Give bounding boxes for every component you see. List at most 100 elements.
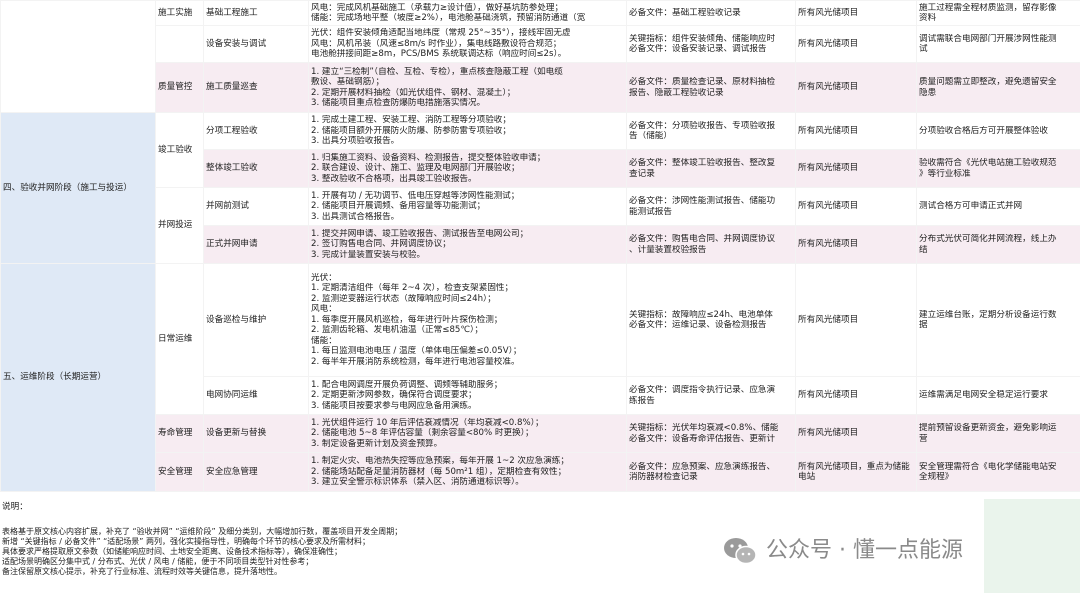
docs-line: 必备文件：运维记录、设备检测报告 (629, 320, 767, 330)
content-cell: 1. 归集施工资料、设备资料、检测报告，提交整体验收申请； 2. 联合建设、设计、… (308, 149, 627, 188)
docs-cell: 必备文件：购售电合同、并网调度协议 、计量装置校验报告 (626, 225, 796, 264)
content-line: 3. 建立安全警示标识体系（禁入区、消防通道标识等）。 (311, 477, 524, 488)
content-line: 1. 建立“三检制”（自检、互检、专检），重点核查隐蔽工程（如电缆 (311, 66, 563, 77)
note-line: 全规程》 (919, 472, 954, 482)
table-row: 五、运维阶段（长期运营） 日常运维 设备巡检与维护 光伏： 1. 定期清洁组件（每年 2… (0, 263, 1080, 492)
item-cell: 设备安装与调试 (203, 25, 309, 63)
content-line: 风电： (311, 304, 337, 315)
docs-line: 报告、隐蔽工程验收记录 (629, 87, 724, 98)
note-cell: 测试合格方可申请正式并网 (916, 187, 1080, 226)
notes-line: 具体要求严格提取原文参数（如储能响应时间、土地安全距离、设备技术指标等），确保准… (2, 547, 342, 556)
content-line: 风电：完成风机基础施工（承载力≥设计值），做好基坑防参处理； (311, 2, 564, 13)
content-line: 1. 每日监测电池电压 / 温度（单体电压偏差≤0.05V）； (311, 346, 522, 357)
content-line: 3. 出具分项验收报告。 (311, 136, 400, 147)
content-line: 2. 储能电池 5~8 年评估容量（剩余容量<80% 时更换）； (311, 428, 534, 439)
docs-line: 必备文件：调度指令执行记录、应急演 (629, 385, 776, 396)
notes-title: 说明： (2, 502, 28, 512)
scope-cell: 所有风光储项目，重点为储能电站 (795, 452, 917, 492)
docs-line: 必备文件：基础工程验收记录 (629, 7, 741, 18)
category-cell: 安全管理 (155, 452, 204, 492)
content-cell: 1. 建立“三检制”（自检、互检、专检），重点核查隐蔽工程（如电缆 敷设、基础钢筋… (308, 62, 627, 113)
notes-line: 适配场景明确区分集中式 / 分布式、光伏 / 风电 / 储能，便于不同项目类型针… (2, 557, 314, 566)
scope-cell: 所有风光储项目 (795, 149, 917, 188)
table-row: 四、验收并网阶段（施工与投运） 竣工验收 分项工程验收 1. 完成土建工程、安装工程、… (0, 112, 1080, 264)
content-cell: 1. 制定火灾、电池热失控等应急预案，每年开展 1~2 次应急演练； 2. 储能场… (308, 452, 627, 492)
note-line: 调试需联合电网部门开展涉网性能测 (919, 33, 1057, 44)
docs-line: 能测试报告 (629, 206, 672, 217)
watermark-text: 公众号 · 懂一点能源 (766, 537, 963, 563)
content-cell: 1. 光伏组件运行 10 年后评估衰减情况（年均衰减<0.8%）； 2. 储能电池… (308, 414, 627, 453)
note-cell: 质量问题需立即整改，避免遗留安全 隐患 (916, 62, 1080, 113)
docs-cell: 必备文件：质量检查记录、原材料抽检 报告、隐蔽工程验收记录 (626, 62, 796, 113)
docs-line: 必备文件：设备寿命评估报告、更新计 (629, 433, 776, 444)
notes-line: 表格基于原文核心内容扩展，补充了 “验收并网” “运维阶段” 及细分类别，大幅增… (2, 527, 403, 536)
note-line: 营 (919, 433, 928, 444)
docs-cell: 必备文件：涉网性能测试报告、储能功 能测试报告 (626, 187, 796, 226)
docs-cell: 必备文件：基础工程验收记录 (626, 0, 796, 26)
content-line: 2. 联合建设、设计、施工、监理及电网部门开展验收； (311, 163, 520, 174)
category-cell: 施工实施 (155, 0, 204, 26)
content-line: 电池舱拼接间距≥8m，PCS/BMS 系统联调达标（响应时间≤2s）。 (311, 49, 567, 60)
content-line: 3. 完成计量装置安装与校验。 (311, 249, 426, 260)
note-cell: 调试需联合电网部门开展涉网性能测试 (916, 25, 1080, 63)
note-line: 隐患 (919, 87, 937, 98)
content-line: 2. 定期开展材料抽检（如光伏组件、钢材、混凝土）； (311, 87, 516, 98)
docs-cell: 必备文件：应急预案、应急演练报告、 消防器材检查记录 (626, 452, 796, 492)
category-cell: 质量管控 (155, 62, 204, 113)
docs-cell: 关键指标：组件安装倾角、储能响应时 必备文件：设备安装记录、调试报告 (626, 25, 796, 63)
content-line: 2. 每半年开展消防系统检测，每年进行电池容量校准。 (311, 356, 520, 367)
content-cell: 光伏：组件安装倾角适配当地纬度（常规 25°~35°），接线牢固无虚 风电：风机吊… (308, 25, 627, 63)
note-line: 运维需满足电网安全稳定运行要求 (919, 390, 1048, 401)
note-cell: 分布式光伏可简化并网流程，线上办结 (916, 225, 1080, 264)
content-line: 1. 完成土建工程、安装工程、消防工程等分项验收； (311, 115, 511, 126)
content-cell: 光伏： 1. 定期清洁组件（每年 2~4 次），检查支架紧固性； 2. 监测逆变器运… (308, 263, 627, 377)
content-line: 2. 监测逆变器运行状态（故障响应时间≤24h）； (311, 293, 496, 304)
note-line: 分项验收合格后方可开展整体验收 (919, 125, 1048, 136)
item-cell: 基础工程施工 (203, 0, 309, 26)
notes-line: 新增 “关键指标 / 必备文件” “适配场景” 两列，强化实操指导性，明确每个环… (2, 537, 370, 546)
scope-cell: 所有风光储项目 (795, 414, 917, 453)
note-cell: 验收需符合《光伏电站施工验收规范 》等行业标准 (916, 149, 1080, 188)
category-cell: 寿命管理 (155, 414, 204, 453)
docs-line: 必备文件：购售电合同、并网调度协议 (629, 234, 776, 245)
docs-line: 必备文件：涉网性能测试报告、储能功 (629, 196, 776, 207)
item-cell: 正式并网申请 (203, 225, 309, 264)
content-line: 2. 签订购售电合同、并网调度协议； (311, 239, 451, 250)
item-cell: 分项工程验收 (203, 112, 309, 150)
content-line: 1. 开展有功 / 无功调节、低电压穿越等涉网性能测试； (311, 190, 520, 201)
item-cell: 施工质量巡查 (203, 62, 309, 113)
item-cell: 安全应急管理 (203, 452, 309, 492)
content-line: 2. 储能项目额外开展防火防爆、防参防雷专项验收； (311, 125, 511, 136)
content-line: 敷设、基础钢筋）； (311, 77, 385, 88)
note-cell: 分项验收合格后方可开展整体验收 (916, 112, 1080, 150)
content-line: 储能： (311, 335, 337, 346)
docs-line: 关键指标：故障响应≤24h、电池单体 (629, 309, 773, 320)
side-strip (984, 499, 1080, 593)
note-line: 提前预留设备更新资金，避免影响运 (919, 423, 1057, 434)
docs-cell: 必备文件：整体竣工验收报告、整改复 查记录 (626, 149, 796, 188)
note-line: 施工过程需全程材质监测，留存影像 (919, 2, 1057, 13)
table-row: 并网投运 并网前测试 1. 开展有功 / 无功调节、低电压穿越等涉网性能测试； 2. … (1, 187, 1080, 264)
content-line: 3. 储能项目按要求参与电网应急备用演练。 (311, 400, 477, 411)
note-cell: 运维需满足电网安全稳定运行要求 (916, 376, 1080, 415)
docs-line: 告（储能） (629, 131, 672, 141)
note-line: 验收需符合《光伏电站施工验收规范 (919, 158, 1057, 169)
content-line: 1. 配合电网调度开展负荷调整、调频等辅助服务； (311, 379, 503, 390)
content-cell: 风电：完成风机基础施工（承载力≥设计值），做好基坑防参处理； 储能：完成场地平整（… (308, 0, 627, 26)
content-line: 3. 整改验收不合格项，出具竣工验收报告。 (311, 173, 477, 184)
scope-cell: 所有风光储项目 (795, 225, 917, 264)
docs-cell: 关键指标：故障响应≤24h、电池单体 必备文件：运维记录、设备检测报告 (626, 263, 796, 377)
content-line: 光伏：组件安装倾角适配当地纬度（常规 25°~35°），接线牢固无虚 (311, 28, 571, 39)
docs-cell: 必备文件：分项验收报告、专项验收报 告（储能） (626, 112, 796, 150)
table-row: 寿命管理 设备更新与替换 1. 光伏组件运行 10 年后评估衰减情况（年均衰减<0.… (1, 414, 1080, 453)
content-line: 3. 出具测试合格报告。 (311, 211, 400, 222)
content-line: 1. 光伏组件运行 10 年后评估衰减情况（年均衰减<0.8%）； (311, 417, 544, 428)
item-cell: 电网协同运维 (203, 376, 309, 415)
content-line: 3. 制定设备更新计划及资金预算。 (311, 438, 443, 449)
docs-line: 关键指标：光伏年均衰减<0.8%、储能 (629, 423, 779, 434)
docs-line: 必备文件：设备安装记录、调试报告 (629, 44, 767, 54)
note-line: 试 (919, 44, 928, 54)
stage-cell: 四、验收并网阶段（施工与投运） (0, 112, 156, 264)
table-row: 安全管理 安全应急管理 1. 制定火灾、电池热失控等应急预案，每年开展 1~2 次应… (1, 452, 1080, 492)
category-cell: 日常运维 (155, 263, 204, 415)
